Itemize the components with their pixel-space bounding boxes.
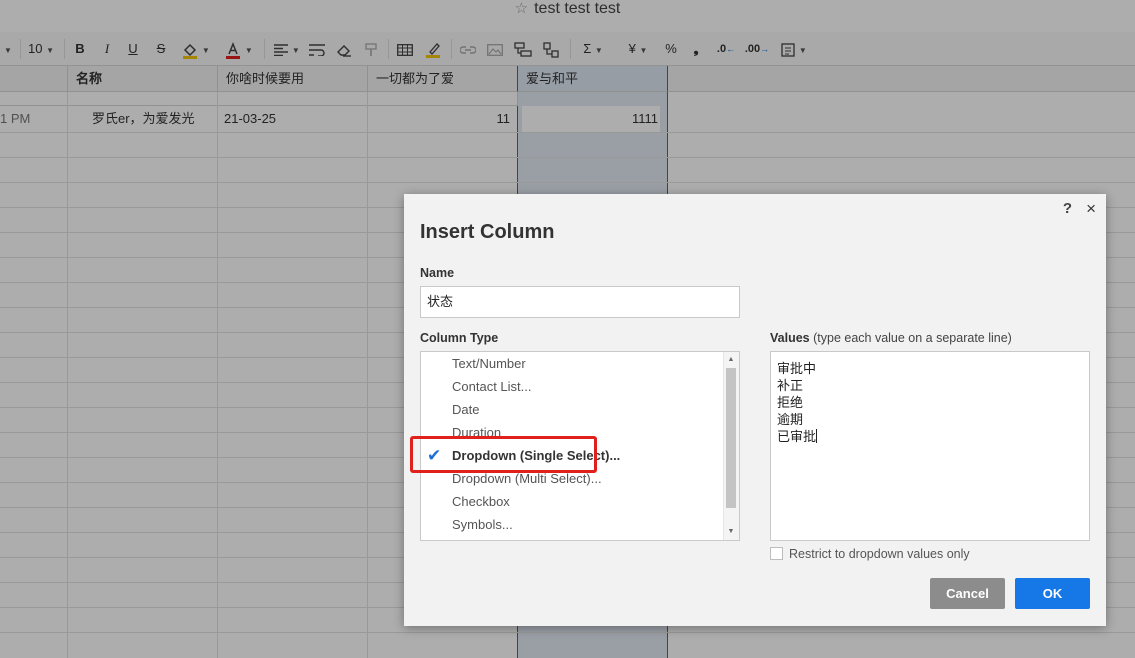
- annotation-highlight-box: [410, 436, 597, 473]
- column-type-label: Column Type: [420, 331, 499, 345]
- scrollbar-thumb[interactable]: [726, 368, 736, 508]
- value-line: 补正: [777, 378, 804, 393]
- value-line-text: 已审批: [777, 429, 817, 444]
- dialog-title: Insert Column: [420, 221, 555, 243]
- insert-column-dialog: ? × Insert Column Name 状态 Column Type Te…: [404, 194, 1106, 626]
- name-label: Name: [420, 266, 455, 280]
- column-type-scrollbar[interactable]: ▲ ▼: [723, 352, 739, 540]
- values-hint: (type each value on a separate line): [813, 331, 1012, 345]
- values-label: Values (type each value on a separate li…: [770, 331, 1012, 345]
- scroll-up-icon[interactable]: ▲: [726, 354, 736, 366]
- values-label-text: Values: [770, 331, 810, 345]
- column-type-option[interactable]: Symbols...: [421, 513, 723, 536]
- column-type-option[interactable]: Contact List...: [421, 375, 723, 398]
- column-name-input[interactable]: 状态: [420, 286, 740, 318]
- cancel-button[interactable]: Cancel: [930, 578, 1005, 609]
- values-textarea[interactable]: 审批中 补正 拒绝 逾期 已审批: [770, 351, 1090, 541]
- column-type-option[interactable]: Text/Number: [421, 352, 723, 375]
- column-type-option[interactable]: Date: [421, 398, 723, 421]
- restrict-checkbox[interactable]: [770, 547, 783, 560]
- value-line: 拒绝: [777, 395, 804, 410]
- value-line: 审批中: [777, 361, 817, 376]
- restrict-label[interactable]: Restrict to dropdown values only: [789, 545, 970, 563]
- ok-button[interactable]: OK: [1015, 578, 1090, 609]
- help-icon[interactable]: ?: [1063, 200, 1072, 217]
- column-type-option[interactable]: Checkbox: [421, 490, 723, 513]
- value-line: 逾期: [777, 412, 804, 427]
- close-icon[interactable]: ×: [1086, 199, 1096, 219]
- text-cursor: [816, 429, 818, 443]
- scroll-down-icon[interactable]: ▼: [726, 526, 736, 538]
- value-line-last: 已审批: [777, 428, 1083, 445]
